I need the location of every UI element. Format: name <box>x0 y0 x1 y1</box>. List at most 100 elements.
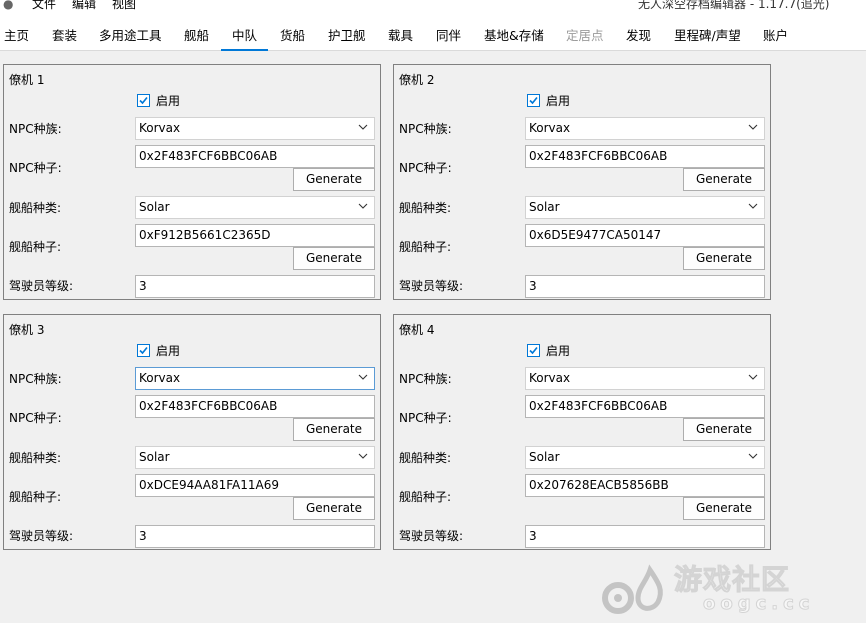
npc-seed-label: NPC种子: <box>399 161 452 175</box>
chevron-down-icon <box>748 124 758 130</box>
tab-vehicles[interactable]: 载具 <box>388 14 413 50</box>
watermark: 游戏社区 oogc.cc <box>598 562 828 617</box>
menu-edit[interactable]: 编辑 <box>72 0 96 12</box>
npc-seed-label: NPC种子: <box>9 411 62 425</box>
ship-seed-input[interactable]: 0x207628EACB5856BB <box>525 474 765 497</box>
watermark-url: oogc.cc <box>702 593 815 615</box>
pilot-rank-input[interactable]: 3 <box>525 525 765 548</box>
npc-seed-input[interactable]: 0x2F483FCF6BBC06AB <box>135 145 375 168</box>
chevron-down-icon <box>358 124 368 130</box>
checkmark-icon <box>139 96 148 105</box>
ship-type-label: 舰船种类: <box>399 451 452 465</box>
npc-race-value: Korvax <box>529 371 571 385</box>
ship-type-select[interactable]: Solar <box>525 446 765 469</box>
panel-title: 僚机 4 <box>399 323 435 337</box>
generate-npc-seed-button[interactable]: Generate <box>293 168 375 191</box>
npc-seed-label: NPC种子: <box>9 161 62 175</box>
npc-race-select[interactable]: Korvax <box>525 117 765 140</box>
npc-seed-label: NPC种子: <box>399 411 452 425</box>
chevron-down-icon <box>358 453 368 459</box>
enabled-label: 启用 <box>546 344 571 358</box>
npc-race-select[interactable]: Korvax <box>135 367 375 390</box>
title-bar: ● 文件 编辑 视图 无人深空存档编辑器 - 1.17.7(追光) <box>0 0 866 14</box>
wingman-panel-4: 僚机 4 启用 NPC种族: Korvax NPC种子: 0x2F483FCF6… <box>393 314 771 550</box>
ship-seed-input[interactable]: 0xF912B5661C2365D <box>135 224 375 247</box>
generate-npc-seed-button[interactable]: Generate <box>683 418 765 441</box>
npc-race-label: NPC种族: <box>9 122 62 136</box>
chevron-down-icon <box>748 453 758 459</box>
ship-seed-input[interactable]: 0xDCE94AA81FA11A69 <box>135 474 375 497</box>
chevron-down-icon <box>358 374 368 380</box>
pilot-rank-label: 驾驶员等级: <box>399 529 464 543</box>
npc-seed-input[interactable]: 0x2F483FCF6BBC06AB <box>135 395 375 418</box>
generate-npc-seed-button[interactable]: Generate <box>293 418 375 441</box>
ship-type-value: Solar <box>529 200 560 214</box>
window-title: 无人深空存档编辑器 - 1.17.7(追光) <box>638 0 830 11</box>
ship-type-select[interactable]: Solar <box>135 196 375 219</box>
ship-type-label: 舰船种类: <box>399 201 452 215</box>
pilot-rank-input[interactable]: 3 <box>135 525 375 548</box>
enabled-label: 启用 <box>156 94 181 108</box>
menu-file[interactable]: 文件 <box>32 0 56 12</box>
enabled-label: 启用 <box>546 94 571 108</box>
ship-seed-label: 舰船种子: <box>9 240 62 254</box>
tab-companions[interactable]: 同伴 <box>436 14 461 50</box>
tab-frigates[interactable]: 护卫舰 <box>328 14 366 50</box>
checkmark-icon <box>529 96 538 105</box>
ship-type-value: Solar <box>139 450 170 464</box>
panel-title: 僚机 3 <box>9 323 45 337</box>
ship-type-value: Solar <box>529 450 560 464</box>
pilot-rank-input[interactable]: 3 <box>525 275 765 298</box>
watermark-logo-icon <box>602 564 663 614</box>
npc-race-select[interactable]: Korvax <box>135 117 375 140</box>
npc-race-value: Korvax <box>139 121 181 135</box>
tab-suit[interactable]: 套装 <box>52 14 77 50</box>
checkmark-icon <box>529 346 538 355</box>
tab-multitool[interactable]: 多用途工具 <box>99 14 162 50</box>
checkbox-box[interactable] <box>137 94 150 107</box>
checkbox-box[interactable] <box>527 344 540 357</box>
pilot-rank-label: 驾驶员等级: <box>9 529 74 543</box>
npc-race-value: Korvax <box>139 371 181 385</box>
panel-title: 僚机 1 <box>9 73 45 87</box>
menu-view[interactable]: 视图 <box>112 0 136 12</box>
chevron-down-icon <box>358 203 368 209</box>
tab-milestones[interactable]: 里程碑/声望 <box>674 14 741 50</box>
chevron-down-icon <box>748 203 758 209</box>
npc-race-label: NPC种族: <box>399 122 452 136</box>
ship-type-label: 舰船种类: <box>9 201 62 215</box>
checkmark-icon <box>139 346 148 355</box>
ship-seed-input[interactable]: 0x6D5E9477CA50147 <box>525 224 765 247</box>
pilot-rank-label: 驾驶员等级: <box>9 279 74 293</box>
generate-npc-seed-button[interactable]: Generate <box>683 168 765 191</box>
tab-freighter[interactable]: 货船 <box>280 14 305 50</box>
npc-race-select[interactable]: Korvax <box>525 367 765 390</box>
watermark-text: 游戏社区 <box>673 563 791 596</box>
tab-squadron[interactable]: 中队 <box>220 14 269 51</box>
tab-ships[interactable]: 舰船 <box>184 14 209 50</box>
ship-type-select[interactable]: Solar <box>135 446 375 469</box>
tab-bases-storage[interactable]: 基地&存储 <box>484 14 544 50</box>
npc-seed-input[interactable]: 0x2F483FCF6BBC06AB <box>525 145 765 168</box>
chevron-down-icon <box>748 374 758 380</box>
pilot-rank-input[interactable]: 3 <box>135 275 375 298</box>
tab-bar: 主页 套装 多用途工具 舰船 中队 货船 护卫舰 载具 同伴 基地&存储 定居点… <box>0 14 866 51</box>
wingman-panel-2: 僚机 2 启用 NPC种族: Korvax NPC种子: 0x2F483FCF6… <box>393 64 771 300</box>
generate-ship-seed-button[interactable]: Generate <box>293 247 375 270</box>
generate-ship-seed-button[interactable]: Generate <box>683 247 765 270</box>
checkbox-box[interactable] <box>137 344 150 357</box>
checkbox-box[interactable] <box>527 94 540 107</box>
ship-type-select[interactable]: Solar <box>525 196 765 219</box>
generate-ship-seed-button[interactable]: Generate <box>683 497 765 520</box>
tab-discovery[interactable]: 发现 <box>626 14 651 50</box>
npc-seed-input[interactable]: 0x2F483FCF6BBC06AB <box>525 395 765 418</box>
ship-seed-label: 舰船种子: <box>399 240 452 254</box>
generate-ship-seed-button[interactable]: Generate <box>293 497 375 520</box>
tab-settlements: 定居点 <box>566 28 604 43</box>
tab-home[interactable]: 主页 <box>4 14 29 50</box>
panel-title: 僚机 2 <box>399 73 435 87</box>
tab-account[interactable]: 账户 <box>763 14 788 50</box>
ship-seed-label: 舰船种子: <box>399 490 452 504</box>
ship-type-value: Solar <box>139 200 170 214</box>
npc-race-label: NPC种族: <box>399 372 452 386</box>
